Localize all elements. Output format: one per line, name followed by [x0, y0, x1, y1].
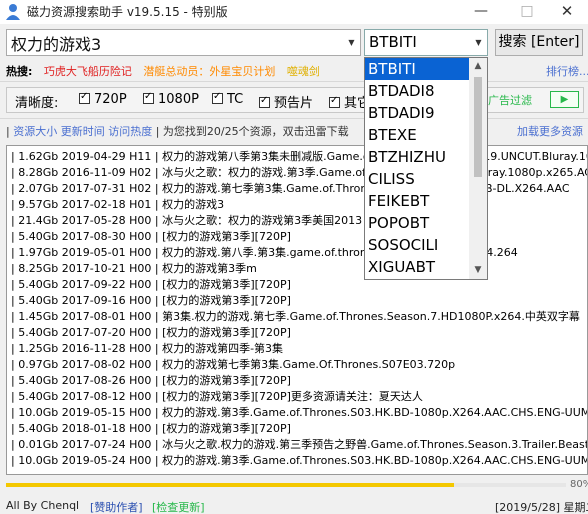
- checkbox-icon[interactable]: [212, 91, 223, 104]
- hot-search-item[interactable]: 噬魂剑: [287, 65, 320, 78]
- dropdown-option[interactable]: BTZHIZHU: [365, 146, 469, 168]
- date-text: [2019/5/28] 星期二: [495, 501, 588, 514]
- list-item[interactable]: | 10.0Gb 2019-05-24 H00 | 权力的游戏.第3季.Game…: [7, 452, 587, 469]
- maximize-button[interactable]: □: [504, 0, 550, 24]
- resolution-filter-bar: 清晰度: 720P 1080P TC 预告片 其它 广告过滤 ▶: [6, 87, 584, 113]
- hot-search-item[interactable]: 潜艇总动员：外星宝贝计划: [143, 65, 275, 78]
- list-item[interactable]: | 21.4Gb 2017-05-28 H00 | 冰与火之歌：权力的游戏第3季…: [7, 212, 587, 229]
- dropdown-option[interactable]: POPOBT: [365, 212, 469, 234]
- dropdown-option[interactable]: XIGUABT: [365, 256, 469, 278]
- dropdown-option[interactable]: BTDADI9: [365, 102, 469, 124]
- title-bar: 磁力资源搜索助手 v19.5.15 - 特别版 — □ ✕: [0, 0, 588, 24]
- progress-bar: 80%: [6, 478, 588, 492]
- sort-by-size-link[interactable]: 资源大小: [13, 125, 57, 138]
- resolution-label: 清晰度:: [15, 96, 59, 111]
- sort-by-time-link[interactable]: 更新时间: [61, 125, 105, 138]
- list-item[interactable]: | 5.40Gb 2017-09-16 H00 | [权力的游戏第3季][720…: [7, 292, 587, 309]
- filter-option-label: 1080P: [158, 92, 199, 107]
- checkbox-icon[interactable]: [329, 95, 340, 108]
- checkbox-icon[interactable]: [259, 95, 270, 108]
- search-input[interactable]: [7, 30, 343, 55]
- play-icon[interactable]: ▶: [550, 91, 579, 108]
- list-item[interactable]: | 10.0Gb 2019-05-15 H00 | 权力的游戏.第3季.Game…: [7, 404, 587, 421]
- list-item[interactable]: | 1.62Gb 2019-04-29 H11 | 权力的游戏第八季第3集未删减…: [7, 148, 587, 165]
- sponsor-link[interactable]: [赞助作者]: [90, 499, 143, 514]
- dropdown-scrollbar[interactable]: ▲ ▼: [469, 58, 487, 279]
- close-button[interactable]: ✕: [546, 0, 588, 24]
- hot-search-item[interactable]: 巧虎大飞船历险记: [44, 65, 132, 78]
- window-title: 磁力资源搜索助手 v19.5.15 - 特别版: [27, 5, 228, 19]
- list-item[interactable]: | 1.45Gb 2017-08-01 H00 | 第3集.权力的游戏.第七季.…: [7, 308, 587, 325]
- list-item[interactable]: | 5.40Gb 2017-08-30 H00 | [权力的游戏第3季][720…: [7, 228, 587, 245]
- dropdown-option[interactable]: CILISS: [365, 168, 469, 190]
- search-dropdown-arrow-icon[interactable]: ▼: [343, 30, 360, 55]
- list-item[interactable]: | 0.01Gb 2017-07-24 H00 | 冰与火之歌.权力的游戏.第三…: [7, 436, 587, 453]
- list-item[interactable]: | 5.40Gb 2017-09-22 H00 | [权力的游戏第3季][720…: [7, 276, 587, 293]
- dropdown-option[interactable]: BTDADI8: [365, 80, 469, 102]
- checkbox-icon[interactable]: [79, 91, 90, 104]
- progress-fill: [6, 483, 454, 487]
- sort-by-heat-link[interactable]: 访问热度: [108, 125, 152, 138]
- dropdown-option[interactable]: FEIKEBT: [365, 190, 469, 212]
- sort-bar: | 资源大小 更新时间 访问热度 | 为您找到20/25个资源，双击迅雷下载: [6, 125, 349, 138]
- divider: [0, 118, 588, 119]
- dropdown-option[interactable]: BTBITI: [365, 58, 469, 80]
- list-item[interactable]: | 5.40Gb 2017-08-26 H00 | [权力的游戏第3季][720…: [7, 372, 587, 389]
- ranking-link[interactable]: 排行榜...: [546, 63, 588, 79]
- check-update-link[interactable]: [检查更新]: [152, 499, 205, 514]
- search-button[interactable]: 搜索 [Enter]: [495, 29, 583, 56]
- site-dropdown-list[interactable]: BTBITI BTDADI8 BTDADI9 BTEXE BTZHIZHU CI…: [364, 57, 488, 280]
- search-combobox[interactable]: ▼: [6, 29, 361, 56]
- hot-search-bar: 热搜: 巧虎大飞船历险记 潜艇总动员：外星宝贝计划 噬魂剑: [6, 63, 320, 78]
- author-text: All By Chenql: [6, 499, 80, 512]
- list-item[interactable]: | 1.25Gb 2016-11-28 H00 | 权力的游戏第四季-第3集: [7, 340, 587, 357]
- filter-option-label: 预告片: [274, 96, 314, 111]
- site-dropdown-arrow-icon[interactable]: ▼: [470, 30, 487, 55]
- filter-option-label: TC: [227, 92, 244, 107]
- scroll-thumb[interactable]: [474, 77, 482, 177]
- list-item[interactable]: | 8.28Gb 2016-11-09 H02 | 冰与火之歌：权力的游戏.第3…: [7, 164, 587, 181]
- status-bar: All By Chenql [赞助作者] [检查更新] [2019/5/28] …: [0, 496, 588, 514]
- minimize-button[interactable]: —: [458, 0, 504, 24]
- progress-label: 80%: [570, 479, 588, 490]
- filter-checkbox-trailer[interactable]: 预告片: [259, 92, 313, 111]
- list-item[interactable]: | 8.25Gb 2017-10-21 H00 | 权力的游戏第3季m: [7, 260, 587, 277]
- checkbox-icon[interactable]: [143, 91, 154, 104]
- list-item[interactable]: | 5.40Gb 2017-07-20 H00 | [权力的游戏第3季][720…: [7, 324, 587, 341]
- list-item[interactable]: | 0.97Gb 2017-08-02 H00 | 权力的游戏第七季第3集.Ga…: [7, 356, 587, 373]
- list-item[interactable]: | 5.40Gb 2017-08-12 H00 | [权力的游戏第3季][720…: [7, 388, 587, 405]
- dropdown-option[interactable]: SOSOCILI: [365, 234, 469, 256]
- ad-filter-label: 广告过滤: [488, 94, 532, 107]
- divider: [0, 81, 588, 82]
- hot-search-label: 热搜:: [6, 65, 33, 78]
- list-item[interactable]: | 1.97Gb 2019-05-01 H00 | 权力的游戏.第八季.第3集.…: [7, 244, 587, 261]
- site-select[interactable]: BTBITI ▼: [364, 29, 488, 56]
- filter-checkbox-1080p[interactable]: 1080P: [143, 91, 199, 107]
- filter-checkbox-tc[interactable]: TC: [212, 91, 244, 107]
- list-item[interactable]: | 2.07Gb 2017-07-31 H02 | 权力的游戏.第七季第3集.G…: [7, 180, 587, 197]
- dropdown-option[interactable]: BTEXE: [365, 124, 469, 146]
- app-icon: [6, 4, 20, 20]
- results-list[interactable]: | 1.62Gb 2019-04-29 H11 | 权力的游戏第八季第3集未删减…: [6, 145, 588, 475]
- filter-option-label: 720P: [94, 92, 127, 107]
- list-item[interactable]: | 9.57Gb 2017-02-18 H01 | 权力的游戏3: [7, 196, 587, 213]
- scroll-up-arrow-icon[interactable]: ▲: [469, 58, 487, 75]
- result-count-text: | 为您找到20/25个资源，双击迅雷下载: [155, 125, 349, 138]
- list-item[interactable]: | 5.40Gb 2018-01-18 H00 | [权力的游戏第3季][720…: [7, 420, 587, 437]
- load-more-link[interactable]: 加载更多资源: [517, 123, 583, 139]
- filter-checkbox-720p[interactable]: 720P: [79, 91, 127, 107]
- scroll-down-arrow-icon[interactable]: ▼: [469, 262, 487, 279]
- site-select-value: BTBITI: [369, 33, 417, 51]
